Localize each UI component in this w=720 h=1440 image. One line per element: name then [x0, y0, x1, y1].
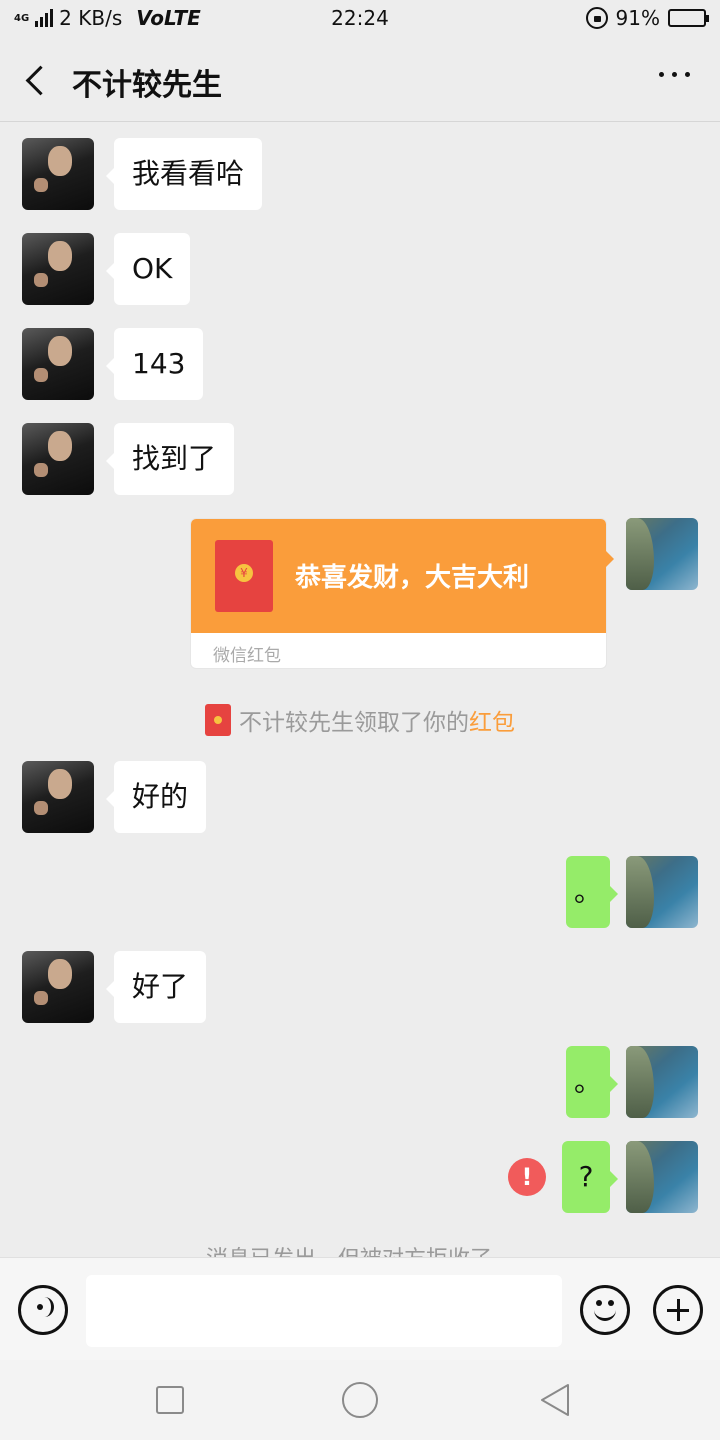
- message-row: OK: [0, 233, 720, 305]
- friend-avatar[interactable]: [22, 423, 94, 495]
- friend-avatar[interactable]: [22, 138, 94, 210]
- rotation-lock-icon: [585, 7, 608, 29]
- my-avatar[interactable]: [626, 518, 698, 590]
- message-input[interactable]: [86, 1275, 562, 1347]
- status-right: 91%: [585, 6, 709, 30]
- outgoing-bubble[interactable]: ?: [562, 1141, 618, 1213]
- red-packet-card[interactable]: ¥ 恭喜发财，大吉大利 微信红包: [190, 518, 607, 669]
- friend-avatar[interactable]: [22, 233, 94, 305]
- battery-percent: 91%: [615, 6, 660, 30]
- voice-icon[interactable]: [18, 1285, 68, 1335]
- friend-avatar[interactable]: [22, 328, 94, 400]
- message-row: 找到了: [0, 423, 720, 495]
- red-packet-wish: 恭喜发财，大吉大利: [295, 563, 530, 593]
- input-bar: [0, 1257, 720, 1360]
- send-failed-icon[interactable]: !: [508, 1158, 546, 1196]
- system-nav-bar: [0, 1360, 720, 1440]
- message-row: 143: [0, 328, 720, 400]
- incoming-bubble[interactable]: 找到了: [105, 423, 235, 495]
- chat-title: 不计较先生: [72, 68, 222, 103]
- red-packet-link[interactable]: 红包: [469, 710, 515, 736]
- outgoing-bubble[interactable]: 。: [566, 1046, 618, 1118]
- chat-header: 不计较先生: [0, 36, 720, 122]
- message-row: 好的: [0, 761, 720, 833]
- incoming-bubble[interactable]: 好了: [105, 951, 207, 1023]
- incoming-bubble[interactable]: 好的: [105, 761, 207, 833]
- incoming-bubble[interactable]: OK: [105, 233, 191, 305]
- incoming-bubble[interactable]: 143: [105, 328, 204, 400]
- status-bar: 4G 2 KB/s VoLTE 22:24 91%: [0, 0, 720, 36]
- red-envelope-icon: ¥: [215, 540, 273, 612]
- nav-back-icon[interactable]: [538, 1382, 572, 1418]
- message-row: 我看看哈: [0, 138, 720, 210]
- incoming-bubble[interactable]: 我看看哈: [105, 138, 263, 210]
- red-packet-top: ¥ 恭喜发财，大吉大利: [191, 519, 606, 633]
- battery-icon: [668, 9, 709, 27]
- more-icon[interactable]: [659, 72, 690, 77]
- recents-icon[interactable]: [156, 1386, 184, 1414]
- red-packet-label: 微信红包: [213, 646, 281, 666]
- plus-icon[interactable]: [653, 1285, 703, 1335]
- message-row: 。: [0, 856, 720, 928]
- notice-text: 不计较先生领取了你的: [239, 710, 469, 736]
- back-icon[interactable]: [22, 64, 50, 96]
- message-row: 好了: [0, 951, 720, 1023]
- message-list[interactable]: 我看看哈 OK 143 找到了 ¥ 恭喜发财，大吉大利 微信红包 不计较先生领取…: [0, 123, 720, 1257]
- red-packet-mini-icon: [205, 704, 231, 736]
- friend-avatar[interactable]: [22, 761, 94, 833]
- rejected-notice: 消息已发出，但被对方拒收了。: [0, 1241, 720, 1257]
- friend-avatar[interactable]: [22, 951, 94, 1023]
- red-packet-tail: [606, 551, 614, 567]
- my-avatar[interactable]: [626, 856, 698, 928]
- my-avatar[interactable]: [626, 1046, 698, 1118]
- message-row: 。: [0, 1046, 720, 1118]
- home-icon[interactable]: [342, 1382, 378, 1418]
- system-notice: 不计较先生领取了你的红包: [0, 703, 720, 737]
- emoji-icon[interactable]: [580, 1285, 630, 1335]
- my-avatar[interactable]: [626, 1141, 698, 1213]
- message-row: ! ?: [0, 1141, 720, 1213]
- outgoing-bubble[interactable]: 。: [566, 856, 618, 928]
